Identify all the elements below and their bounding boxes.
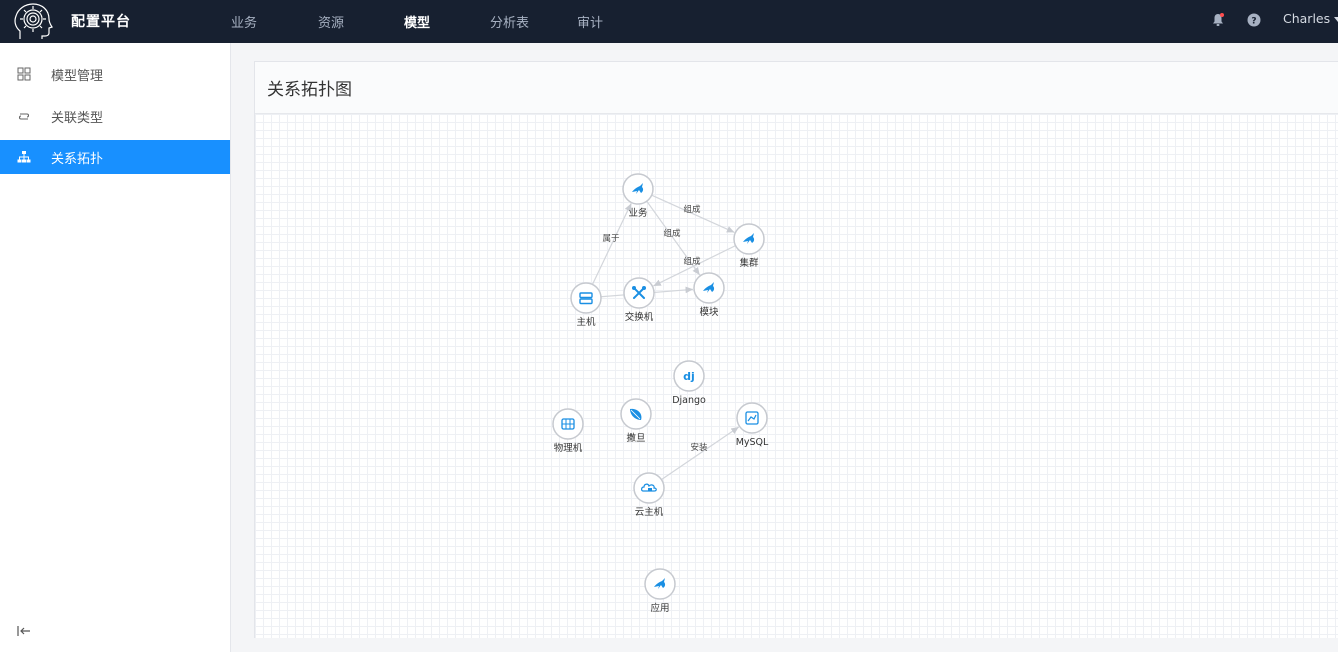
brain-logo-icon[interactable] [12,1,56,43]
topology-node-biz[interactable]: 业务 [622,173,654,219]
topology-edge[interactable] [661,426,740,481]
chevron-down-icon [1334,17,1338,22]
node-label: 集群 [739,257,759,269]
nav-item-analysis[interactable]: 分析表 [490,12,529,31]
sidebar: 模型管理 关联类型 关系拓扑 [0,43,231,652]
brand-title: 配置平台 [71,14,131,30]
top-navbar: 配置平台 业务 资源 模型 分析表 审计 ? Charles [0,0,1338,43]
sitemap-icon [16,149,32,165]
topology-node-app[interactable]: 应用 [644,568,676,614]
node-label: Django [672,395,706,406]
edge-label: 组成 [683,204,701,215]
topology-panel: 关系拓扑图 组成 组成 组成 属于 安装 业务 集群 主机 交换机 模块 dj Django 物理机撒… [254,61,1338,638]
dj-icon: dj [683,370,695,383]
node-label: 交换机 [625,311,654,323]
sidebar-item-label: 关联类型 [51,110,104,126]
nav-item-resources[interactable]: 资源 [318,12,344,31]
user-menu[interactable]: Charles [1283,11,1338,26]
topology-graph[interactable]: 组成组成组成属于安装 业务集群主机 交换机 模块djDjango物理机撒旦 MySQL… [255,114,1338,638]
edge-label: 安装 [690,442,708,453]
node-label: 模块 [699,306,719,318]
sidebar-item-model-management[interactable]: 模型管理 [0,57,230,91]
node-label: 业务 [628,207,648,219]
node-label: 撒旦 [626,432,645,444]
grid-icon [16,66,32,82]
topology-node-host[interactable]: 主机 [570,282,602,328]
sidebar-item-label: 关系拓扑 [51,151,104,167]
node-label: MySQL [736,437,769,448]
nav-item-model[interactable]: 模型 [404,12,430,31]
node-label: 物理机 [554,442,583,454]
topology-node-sajun[interactable]: 撒旦 [620,398,652,444]
panel-header: 关系拓扑图 [255,62,1338,114]
topology-canvas[interactable]: 组成 组成 组成 属于 安装 业务 集群 主机 交换机 模块 dj Django 物理机 撒旦 MySQL… [255,114,1338,638]
sidebar-item-label: 模型管理 [51,68,104,84]
collapse-sidebar-icon[interactable] [16,624,32,638]
topology-node-mysql[interactable]: MySQL [736,402,769,448]
sidebar-item-relation-topology[interactable]: 关系拓扑 [0,140,230,174]
page-title: 关系拓扑图 [267,80,352,100]
topology-node-physical[interactable]: 物理机 [552,408,584,454]
svg-text:dj: dj [683,370,695,383]
svg-text:?: ? [1251,17,1256,27]
notification-bell-icon[interactable] [1212,13,1224,27]
topology-node-module[interactable]: 模块 [693,272,725,318]
edge-label: 组成 [663,228,681,239]
link-icon [16,108,32,124]
sidebar-item-relation-types[interactable]: 关联类型 [0,99,230,133]
topology-node-cluster[interactable]: 集群 [733,223,765,269]
nav-item-audit[interactable]: 审计 [577,12,603,31]
nav-item-business[interactable]: 业务 [231,12,257,31]
node-label: 云主机 [635,506,664,518]
help-icon[interactable]: ? [1247,13,1261,27]
node-label: 主机 [576,316,596,328]
node-label: 应用 [650,602,669,614]
edge-label: 属于 [602,234,620,244]
topology-node-cloudhost[interactable]: 云主机 [633,472,665,518]
user-name: Charles [1283,11,1331,26]
topology-node-django[interactable]: dj Django [672,360,706,406]
edge-label: 组成 [683,256,701,267]
topology-node-switch[interactable]: 交换机 [623,277,655,323]
